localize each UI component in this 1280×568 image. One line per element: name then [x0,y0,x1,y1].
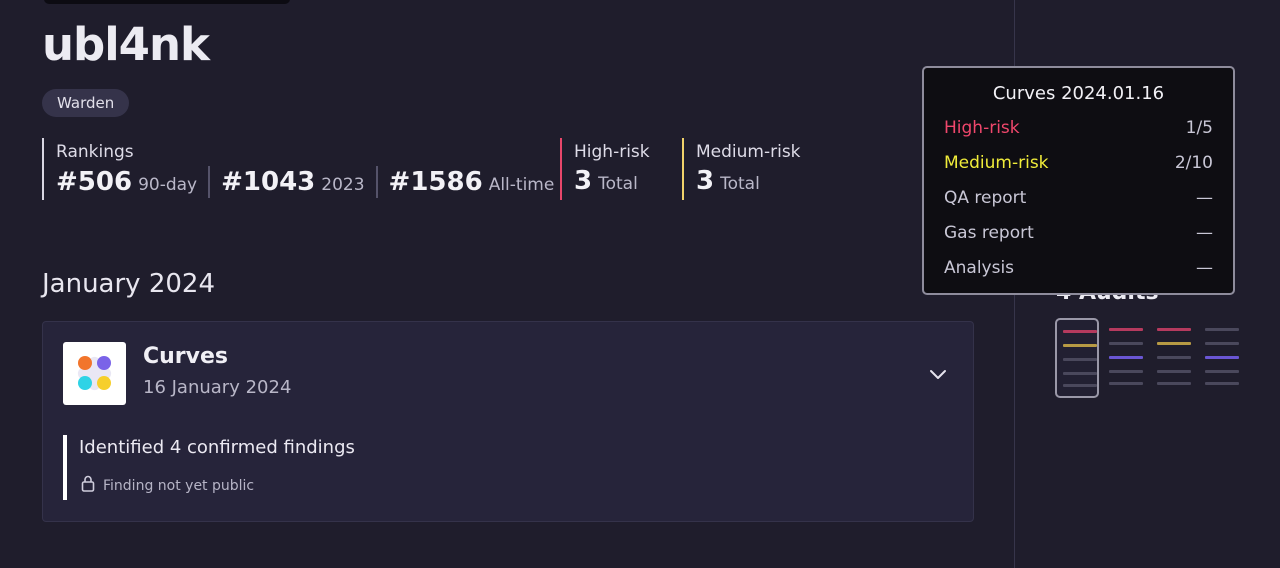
rank-period: All-time [488,175,555,195]
grid-line-purple [1205,356,1239,359]
grid-line-medium [1063,344,1097,347]
grid-line [1063,384,1097,387]
rank-value: #506 [56,167,133,197]
audit-tooltip: Curves 2024.01.16 High-risk 1/5 Medium-r… [922,66,1235,295]
tooltip-row-analysis: Analysis — [944,258,1213,278]
grid-line-high [1063,330,1097,333]
tooltip-row-medium-risk: Medium-risk 2/10 [944,153,1213,173]
role-badge: Warden [42,89,130,117]
medium-risk-count: 3 Total [696,166,760,196]
grid-line [1109,382,1143,385]
medium-risk-block: Medium-risk 3 Total [682,138,801,200]
grid-line [1063,358,1097,361]
tooltip-value: — [1196,188,1213,208]
rankings-label: Rankings [56,142,134,162]
grid-line [1157,370,1191,373]
rank-value: #1043 [221,167,316,197]
findings-summary: Identified 4 confirmed findings Finding … [63,435,355,500]
high-risk-count: 3 Total [574,166,638,196]
grid-line [1063,372,1097,375]
tooltip-row-gas-report: Gas report — [944,223,1213,243]
curves-logo-icon [63,342,126,405]
ranks-row: #506 90-day #1043 2023 #1586 All-time [56,166,554,198]
tooltip-value: 2/10 [1174,153,1213,173]
findings-text: Identified 4 confirmed findings [79,437,355,458]
expand-chevron-icon[interactable] [925,362,951,388]
tooltip-row-qa-report: QA report — [944,188,1213,208]
rank-all-time: #1586 All-time [389,167,555,197]
grid-line-high [1157,328,1191,331]
tooltip-label: Medium-risk [944,153,1049,173]
tooltip-label: High-risk [944,118,1020,138]
grid-line-medium [1157,342,1191,345]
tooltip-row-high-risk: High-risk 1/5 [944,118,1213,138]
month-heading: January 2024 [42,269,215,299]
tooltip-title: Curves 2024.01.16 [992,83,1165,104]
rank-period: 2023 [321,175,365,195]
rank-90-day: #506 90-day [56,167,197,197]
audit-grid-item[interactable] [1151,318,1195,398]
high-risk-unit: Total [598,174,638,194]
medium-risk-value: 3 [696,166,715,196]
medium-risk-unit: Total [720,174,760,194]
grid-line [1109,370,1143,373]
rank-divider [208,166,211,198]
grid-line [1205,370,1239,373]
grid-line [1157,356,1191,359]
tooltip-value: — [1196,223,1213,243]
grid-line [1205,342,1239,345]
privacy-note: Finding not yet public [81,475,254,496]
tooltip-label: Gas report [944,223,1034,243]
audit-grid-item[interactable] [1103,318,1147,398]
project-date: 16 January 2024 [143,377,292,398]
project-name: Curves [143,344,229,369]
medium-risk-label: Medium-risk [696,142,801,162]
high-risk-label: High-risk [574,142,650,162]
rank-value: #1586 [388,167,483,197]
grid-line-purple [1109,356,1143,359]
tooltip-label: Analysis [944,258,1015,278]
rank-period: 90-day [138,175,198,195]
top-bar-edge [44,0,290,4]
rankings-block: Rankings #506 90-day #1043 2023 #1586 Al… [42,138,554,200]
privacy-text: Finding not yet public [103,477,255,494]
tooltip-label: QA report [944,188,1027,208]
tooltip-value: 1/5 [1185,118,1213,138]
lock-icon [81,475,95,496]
grid-line [1109,342,1143,345]
rank-divider [375,166,378,198]
audit-grid-item[interactable] [1055,318,1099,398]
grid-line-high [1109,328,1143,331]
grid-line [1205,382,1239,385]
audit-grid-item[interactable] [1199,318,1243,398]
username-heading: ubl4nk [42,18,210,71]
grid-line [1205,328,1239,331]
high-risk-value: 3 [574,166,593,196]
grid-line [1157,382,1191,385]
tooltip-value: — [1196,258,1213,278]
audit-card[interactable]: Curves 16 January 2024 Identified 4 conf… [42,321,974,522]
high-risk-block: High-risk 3 Total [560,138,650,200]
rank-2023: #1043 2023 [221,167,364,197]
